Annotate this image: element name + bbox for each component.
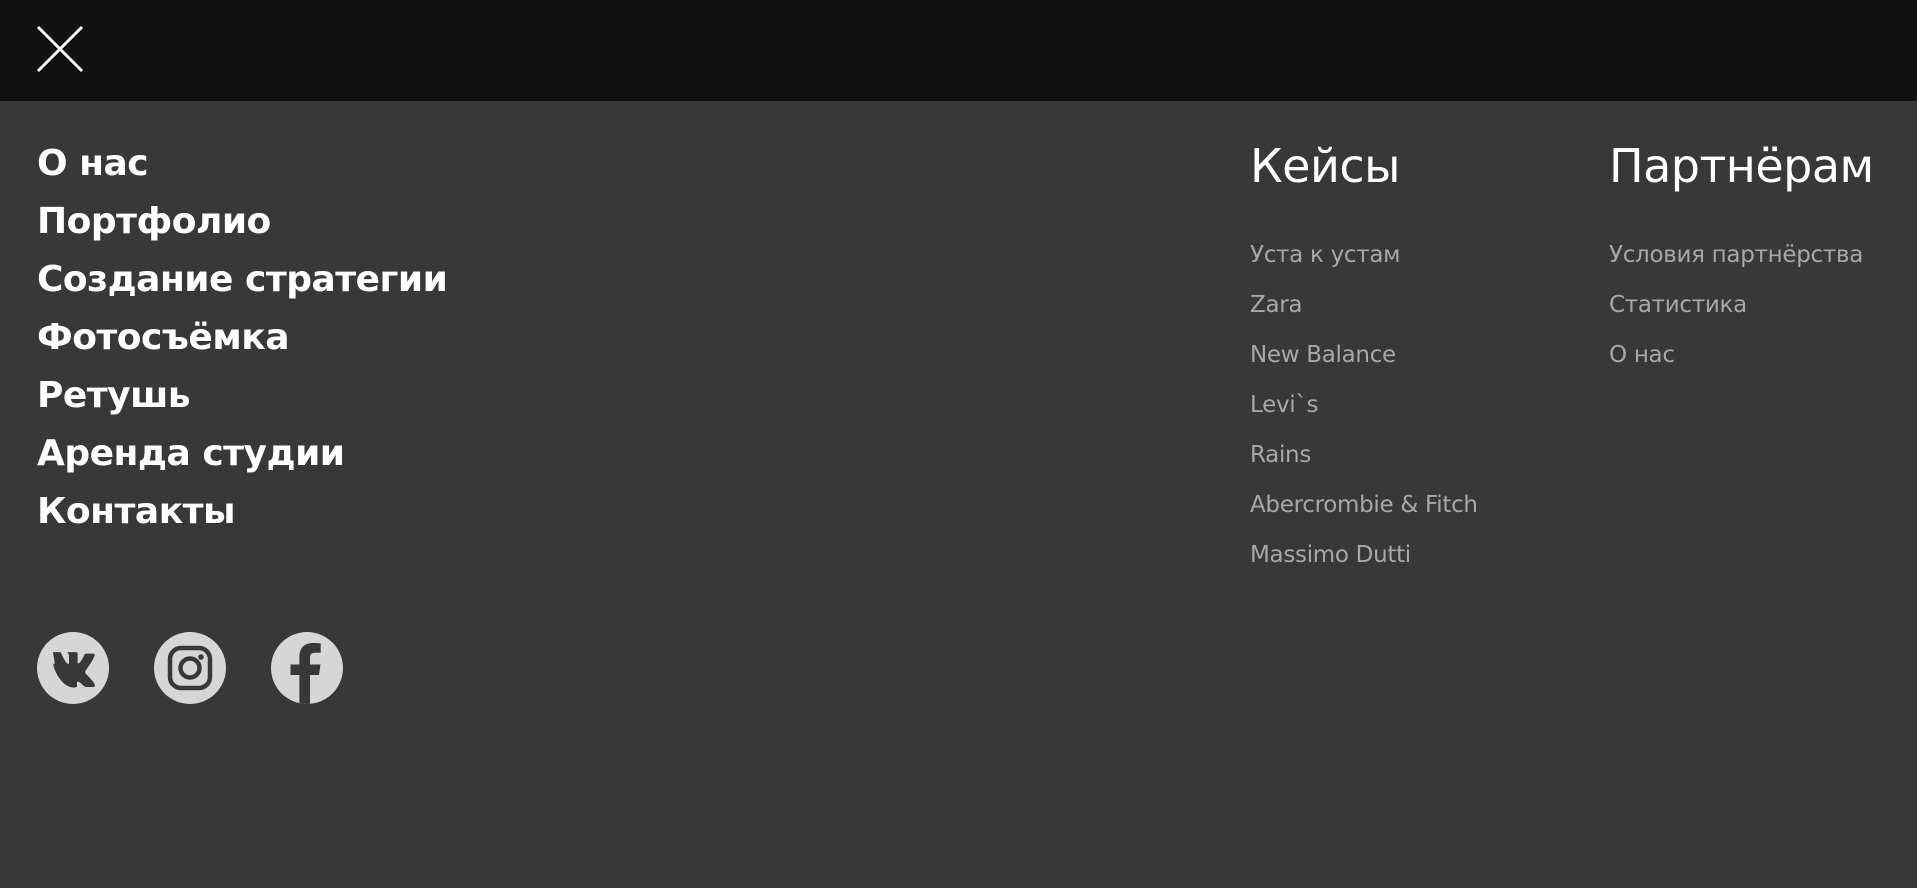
case-item[interactable]: Rains: [1250, 430, 1478, 480]
close-button[interactable]: [36, 25, 84, 73]
case-item[interactable]: New Balance: [1250, 330, 1478, 380]
nav-item-photoshoot[interactable]: Фотосъёмка: [37, 314, 447, 372]
cases-list: Уста к устам Zara New Balance Levi`s Rai…: [1250, 230, 1478, 580]
case-item[interactable]: Abercrombie & Fitch: [1250, 480, 1478, 530]
nav-item-strategy[interactable]: Создание стратегии: [37, 256, 448, 314]
partner-item[interactable]: Условия партнёрства: [1609, 230, 1874, 280]
nav-item-portfolio[interactable]: Портфолио: [37, 198, 447, 256]
partners-title: Партнёрам: [1609, 139, 1874, 193]
close-icon: [36, 25, 84, 73]
nav-item-contacts[interactable]: Контакты: [37, 488, 447, 546]
main-nav: О нас Портфолио Создание стратегии Фотос…: [37, 140, 448, 546]
partner-item[interactable]: О нас: [1609, 330, 1874, 380]
case-item[interactable]: Massimo Dutti: [1250, 530, 1478, 580]
nav-item-about[interactable]: О нас: [37, 140, 447, 198]
social-links: [37, 632, 343, 704]
nav-item-retouch[interactable]: Ретушь: [37, 372, 447, 430]
top-bar: [0, 0, 1917, 101]
nav-item-studio-rent[interactable]: Аренда студии: [37, 430, 447, 488]
case-item[interactable]: Zara: [1250, 280, 1478, 330]
instagram-icon[interactable]: [154, 632, 226, 704]
partner-item[interactable]: Статистика: [1609, 280, 1874, 330]
vk-icon[interactable]: [37, 632, 109, 704]
case-item[interactable]: Уста к устам: [1250, 230, 1478, 280]
cases-column: Кейсы Уста к устам Zara New Balance Levi…: [1250, 138, 1478, 580]
case-item[interactable]: Levi`s: [1250, 380, 1478, 430]
partners-column: Партнёрам Условия партнёрства Статистика…: [1609, 138, 1874, 380]
partners-list: Условия партнёрства Статистика О нас: [1609, 230, 1874, 380]
facebook-icon[interactable]: [271, 632, 343, 704]
cases-title: Кейсы: [1250, 139, 1400, 193]
